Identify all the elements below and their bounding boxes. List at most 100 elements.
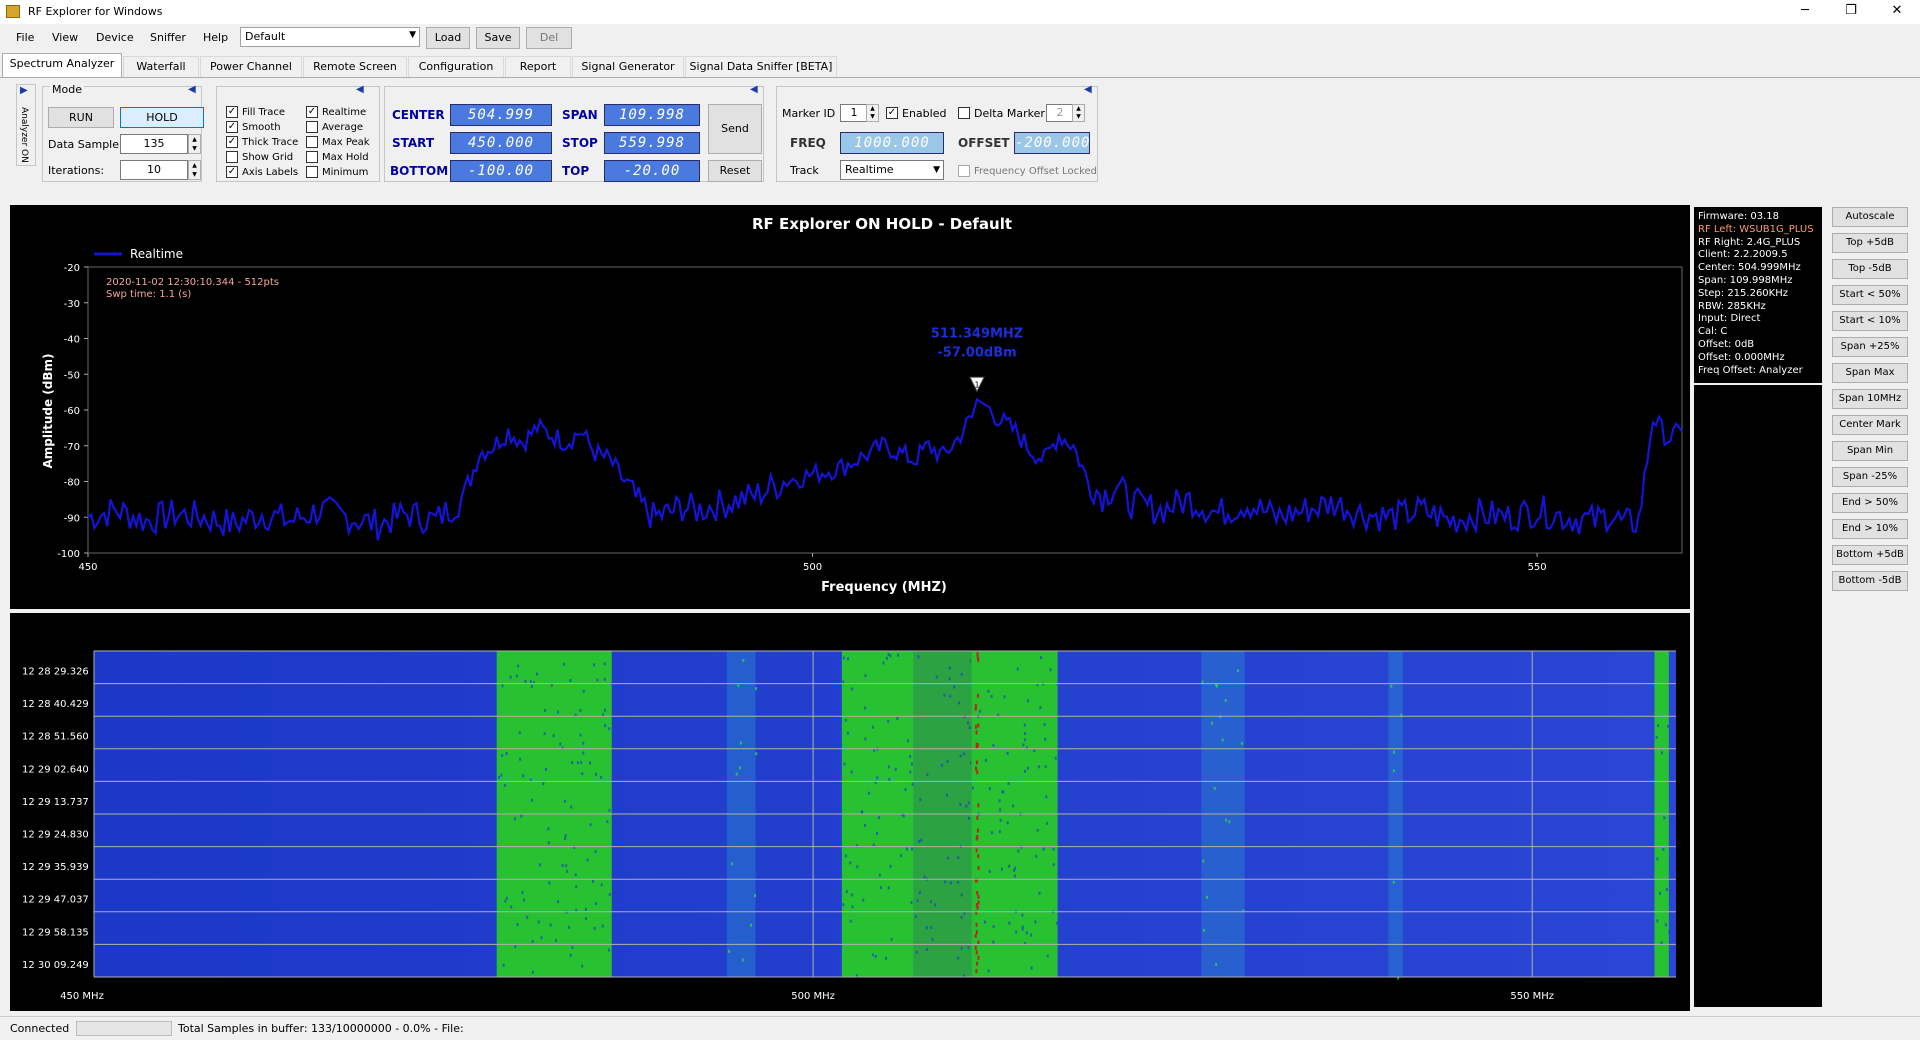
tab-signal-data-sniffer[interactable]: Signal Data Sniffer [BETA]	[685, 56, 837, 78]
top-5db-button[interactable]: Top +5dB	[1832, 233, 1908, 253]
waterfall-noise-pixel	[1012, 804, 1015, 808]
waterfall-noise-pixel	[871, 953, 874, 957]
save-button[interactable]: Save	[476, 27, 520, 49]
menu-sniffer[interactable]: Sniffer	[150, 31, 186, 44]
maximize-button[interactable]: ❐	[1828, 0, 1874, 24]
mode-average-checkbox[interactable]: Average	[306, 121, 363, 134]
top-amp-input[interactable]: -20.00	[604, 160, 700, 182]
del-button[interactable]: Del	[526, 27, 572, 49]
spectrum-chart[interactable]: RF Explorer ON HOLD - Default Realtime 2…	[10, 205, 1690, 609]
waterfall-noise-pixel	[1027, 699, 1030, 703]
trace-show-grid-checkbox[interactable]: Show Grid	[226, 151, 293, 164]
config-select[interactable]: Default ▼	[240, 27, 420, 47]
menu-view[interactable]: View	[52, 31, 78, 44]
menu-device[interactable]: Device	[96, 31, 134, 44]
tab-waterfall[interactable]: Waterfall	[123, 56, 199, 78]
mode-minimum-checkbox[interactable]: Minimum	[306, 166, 368, 179]
center-label: CENTER	[392, 108, 445, 122]
minimize-button[interactable]: ─	[1782, 0, 1828, 24]
delta-marker-checkbox[interactable]: Delta Marker	[958, 107, 1045, 120]
waterfall-noise-pixel	[1049, 668, 1052, 672]
span-freq-input[interactable]: 109.998	[604, 104, 700, 126]
reset-button[interactable]: Reset	[708, 160, 762, 182]
waterfall-noise-pixel	[957, 880, 960, 884]
waterfall-noise-pixel	[571, 945, 574, 949]
stop-freq-input[interactable]: 559.998	[604, 132, 700, 154]
waterfall-noise-pixel	[917, 655, 920, 659]
trace-fill-trace-checkbox[interactable]: ✓ Fill Trace	[226, 106, 285, 119]
enabled-checkbox[interactable]: ✓ Enabled	[886, 107, 946, 120]
waterfall-noise-pixel	[916, 899, 919, 903]
marker-id-spinner[interactable]: ▲ ▼	[866, 104, 879, 122]
mode-max-hold-checkbox[interactable]: Max Hold	[306, 151, 369, 164]
delta-id-input[interactable]: 2	[1046, 104, 1074, 122]
marker-offset-input[interactable]: -200.000	[1014, 132, 1090, 154]
waterfall-noise-pixel	[960, 915, 963, 919]
waterfall-noise-pixel	[1664, 923, 1667, 927]
start-freq-input[interactable]: 450.000	[450, 132, 552, 154]
waterfall-noise-pixel	[1039, 706, 1042, 710]
track-select[interactable]: Realtime ▼	[840, 160, 944, 180]
close-button[interactable]: ✕	[1874, 0, 1920, 24]
span-10mhz-button[interactable]: Span 10MHz	[1832, 389, 1908, 409]
autoscale-button[interactable]: Autoscale	[1832, 207, 1908, 227]
waterfall-noise-pixel	[948, 666, 951, 670]
waterfall-noise-pixel	[608, 893, 611, 897]
x-tick-label: 500	[803, 562, 822, 573]
tab-report[interactable]: Report	[505, 56, 571, 78]
tab-power-channel[interactable]: Power Channel	[200, 56, 302, 78]
span-max-button[interactable]: Span Max	[1832, 363, 1908, 383]
end-10-button[interactable]: End > 10%	[1832, 519, 1908, 539]
menu-help[interactable]: Help	[203, 31, 228, 44]
bottom-amp-input[interactable]: -100.00	[450, 160, 552, 182]
send-button[interactable]: Send	[708, 104, 762, 154]
start-50-button[interactable]: Start < 50%	[1832, 285, 1908, 305]
bottom-5db-button[interactable]: Bottom -5dB	[1832, 571, 1908, 591]
waterfall-peak-pixel	[977, 955, 980, 960]
menu-file[interactable]: File	[16, 31, 34, 44]
waterfall-noise-pixel	[1024, 769, 1027, 773]
collapse-arrow-icon[interactable]: ◀	[750, 84, 758, 95]
data-sample-input[interactable]: 135	[120, 134, 188, 154]
tab-configuration[interactable]: Configuration	[408, 56, 504, 78]
run-button[interactable]: RUN	[48, 107, 114, 128]
span-25-button[interactable]: Span +25%	[1832, 337, 1908, 357]
trace-axis-labels-checkbox[interactable]: ✓ Axis Labels	[226, 166, 298, 179]
collapse-arrow-icon[interactable]: ◀	[1084, 84, 1092, 95]
waterfall-peak-pixel	[975, 922, 978, 927]
end-50-button[interactable]: End > 50%	[1832, 493, 1908, 513]
expand-arrow-icon[interactable]: ▶	[20, 85, 28, 96]
start-10-button[interactable]: Start < 10%	[1832, 311, 1908, 331]
delta-id-spinner[interactable]: ▲ ▼	[1072, 104, 1085, 122]
waterfall-chart[interactable]: 12 28 29.326 12 28 40.429 12 28 51.560 12 2…	[10, 613, 1690, 1011]
tab-spectrum-analyzer[interactable]: Spectrum Analyzer	[2, 53, 122, 78]
load-button[interactable]: Load	[426, 27, 470, 49]
tab-remote-screen[interactable]: Remote Screen	[303, 56, 407, 78]
center-freq-input[interactable]: 504.999	[450, 104, 552, 126]
frequency-offset-locked-checkbox[interactable]: Frequency Offset Locked	[958, 165, 1097, 178]
iterations-spinner[interactable]: ▲ ▼	[188, 160, 201, 180]
span-25-button[interactable]: Span -25%	[1832, 467, 1908, 487]
trace-thick-trace-checkbox[interactable]: ✓ Thick Trace	[226, 136, 298, 149]
top-5db-button[interactable]: Top -5dB	[1832, 259, 1908, 279]
mode-realtime-checkbox[interactable]: ✓ Realtime	[306, 106, 366, 119]
iterations-input[interactable]: 10	[120, 160, 188, 180]
collapse-arrow-icon[interactable]: ◀	[188, 84, 196, 95]
marker-id-input[interactable]: 1	[840, 104, 868, 122]
checkbox-box	[306, 151, 318, 163]
waterfall-noise-pixel	[1210, 721, 1213, 725]
mode-max-peak-checkbox[interactable]: Max Peak	[306, 136, 370, 149]
data-sample-spinner[interactable]: ▲ ▼	[188, 134, 201, 154]
tab-signal-generator[interactable]: Signal Generator	[572, 56, 684, 78]
marker-number: 1	[974, 380, 979, 389]
waterfall-noise-pixel	[510, 905, 513, 909]
center-mark-button[interactable]: Center Mark	[1832, 415, 1908, 435]
hold-button[interactable]: HOLD	[120, 107, 204, 128]
collapse-arrow-icon[interactable]: ◀	[356, 84, 364, 95]
marker-freq-input[interactable]: 1000.000	[840, 132, 944, 154]
waterfall-noise-pixel	[1044, 737, 1047, 741]
span-min-button[interactable]: Span Min	[1832, 441, 1908, 461]
trace-smooth-checkbox[interactable]: ✓ Smooth	[226, 121, 281, 134]
bottom-5db-button[interactable]: Bottom +5dB	[1832, 545, 1908, 565]
waterfall-noise-pixel	[845, 890, 848, 894]
